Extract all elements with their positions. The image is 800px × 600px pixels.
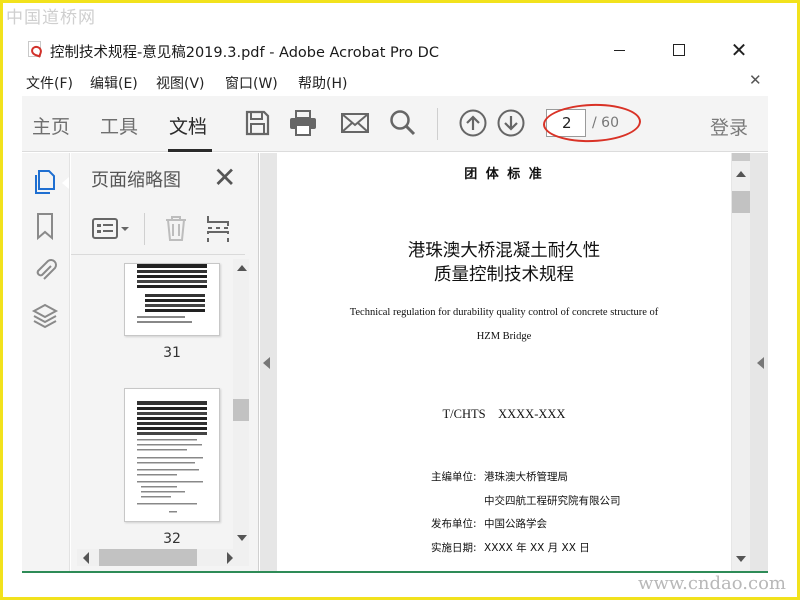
thumbnail-page-31[interactable]	[124, 263, 220, 336]
toolbar-separator	[437, 108, 438, 140]
delete-icon[interactable]	[163, 214, 189, 242]
thumbnail-31-preview	[137, 264, 207, 323]
editor-unit-2: 中交四航工程研究院有限公司	[484, 495, 621, 507]
hscroll-thumb[interactable]	[99, 549, 197, 566]
close-document-icon[interactable]: ✕	[749, 71, 762, 89]
tab-document[interactable]: 文档	[169, 112, 207, 139]
thumbnails-horizontal-scrollbar[interactable]	[77, 549, 249, 566]
publisher-unit: 中国公路学会	[484, 518, 547, 530]
watermark-top: 中国道桥网	[6, 8, 96, 28]
doc-header: 团 体 标 准	[464, 167, 544, 182]
minimize-button[interactable]	[596, 34, 642, 66]
save-icon[interactable]	[242, 108, 272, 138]
doc-scroll-top	[732, 153, 750, 161]
layers-icon[interactable]	[30, 301, 60, 331]
scroll-left-arrow[interactable]	[83, 552, 89, 564]
scroll-down-arrow[interactable]	[237, 535, 247, 541]
toolbar: 主页 工具 文档 2 / 60 登录	[22, 96, 768, 152]
menu-edit[interactable]: 编辑(E)	[90, 73, 138, 93]
tab-home[interactable]: 主页	[32, 112, 70, 139]
acrobat-icon	[28, 41, 41, 57]
editor-label: 主编单位:	[431, 471, 477, 483]
collapse-left-pane-icon[interactable]	[263, 357, 270, 369]
doc-title-line1: 港珠澳大桥混凝土耐久性	[407, 241, 601, 261]
menu-file[interactable]: 文件(F)	[26, 73, 73, 93]
options-menu-icon[interactable]	[91, 216, 133, 242]
doc-scroll-down-arrow[interactable]	[736, 556, 746, 562]
menu-help[interactable]: 帮助(H)	[298, 73, 347, 93]
watermark-bottom: www.cndao.com	[638, 573, 786, 594]
next-page-icon[interactable]	[496, 108, 526, 138]
panel-toolbar	[71, 203, 245, 255]
bookmarks-icon[interactable]	[30, 211, 60, 241]
document-view[interactable]: 团 体 标 准 港珠澳大桥混凝土耐久性 质量控制技术规程 Technical r…	[260, 153, 768, 571]
thumbnail-32-preview	[137, 401, 207, 513]
thumbnail-label-32: 32	[163, 531, 181, 547]
implementation-date: XXXX 年 XX 月 XX 日	[484, 542, 590, 554]
publisher-label: 发布单位:	[431, 518, 477, 530]
doc-standard-code: T/CHTS XXXX-XXX	[442, 407, 566, 421]
doc-title-line2: 质量控制技术规程	[434, 265, 574, 285]
thumbnails-vertical-scrollbar[interactable]	[233, 259, 249, 551]
close-button[interactable]: ✕	[716, 34, 762, 66]
scroll-right-arrow[interactable]	[227, 552, 233, 564]
email-icon[interactable]	[340, 108, 370, 138]
search-icon[interactable]	[388, 108, 418, 138]
doc-en-title-line2: HZM Bridge	[476, 331, 532, 342]
scroll-thumb[interactable]	[233, 399, 249, 421]
window-title: 控制技术规程-意见稿2019.3.pdf - Adobe Acrobat Pro…	[50, 45, 439, 61]
document-vertical-scrollbar[interactable]	[732, 153, 750, 571]
active-tab-indicator	[168, 149, 212, 152]
thumbnail-label-31: 31	[163, 345, 181, 361]
login-button[interactable]: 登录	[710, 113, 748, 140]
pdf-page: 团 体 标 准 港珠澳大桥混凝土耐久性 质量控制技术规程 Technical r…	[277, 153, 731, 571]
close-panel-icon[interactable]: ✕	[213, 161, 236, 194]
maximize-button[interactable]	[656, 34, 702, 66]
print-icon[interactable]	[288, 108, 318, 138]
panel-pointer	[62, 177, 69, 189]
menu-bar: 文件(F) 编辑(E) 视图(V) 窗口(W) 帮助(H) ✕	[22, 70, 768, 94]
doc-scroll-up-arrow[interactable]	[736, 171, 746, 177]
scroll-up-arrow[interactable]	[237, 265, 247, 271]
doc-scroll-thumb[interactable]	[732, 191, 750, 213]
page-thumbnails-icon[interactable]	[30, 167, 60, 197]
extract-pages-icon[interactable]	[205, 214, 233, 244]
doc-en-title-line1: Technical regulation for durability qual…	[349, 307, 659, 318]
navigation-rail	[22, 153, 70, 571]
thumbnails-panel: 页面缩略图 ✕ 31 32	[71, 153, 259, 571]
tab-tools[interactable]: 工具	[100, 112, 138, 139]
editor-unit-1: 港珠澳大桥管理局	[484, 471, 568, 483]
previous-page-icon[interactable]	[458, 108, 488, 138]
menu-view[interactable]: 视图(V)	[156, 73, 205, 93]
date-label: 实施日期:	[431, 542, 477, 554]
title-bar: 控制技术规程-意见稿2019.3.pdf - Adobe Acrobat Pro…	[22, 34, 768, 66]
attachments-icon[interactable]	[30, 255, 60, 285]
panel-title: 页面缩略图	[91, 170, 181, 191]
expand-right-pane-icon[interactable]	[757, 357, 764, 369]
menu-window[interactable]: 窗口(W)	[225, 73, 278, 93]
panel-separator	[144, 213, 145, 245]
thumbnail-page-32[interactable]	[124, 388, 220, 522]
